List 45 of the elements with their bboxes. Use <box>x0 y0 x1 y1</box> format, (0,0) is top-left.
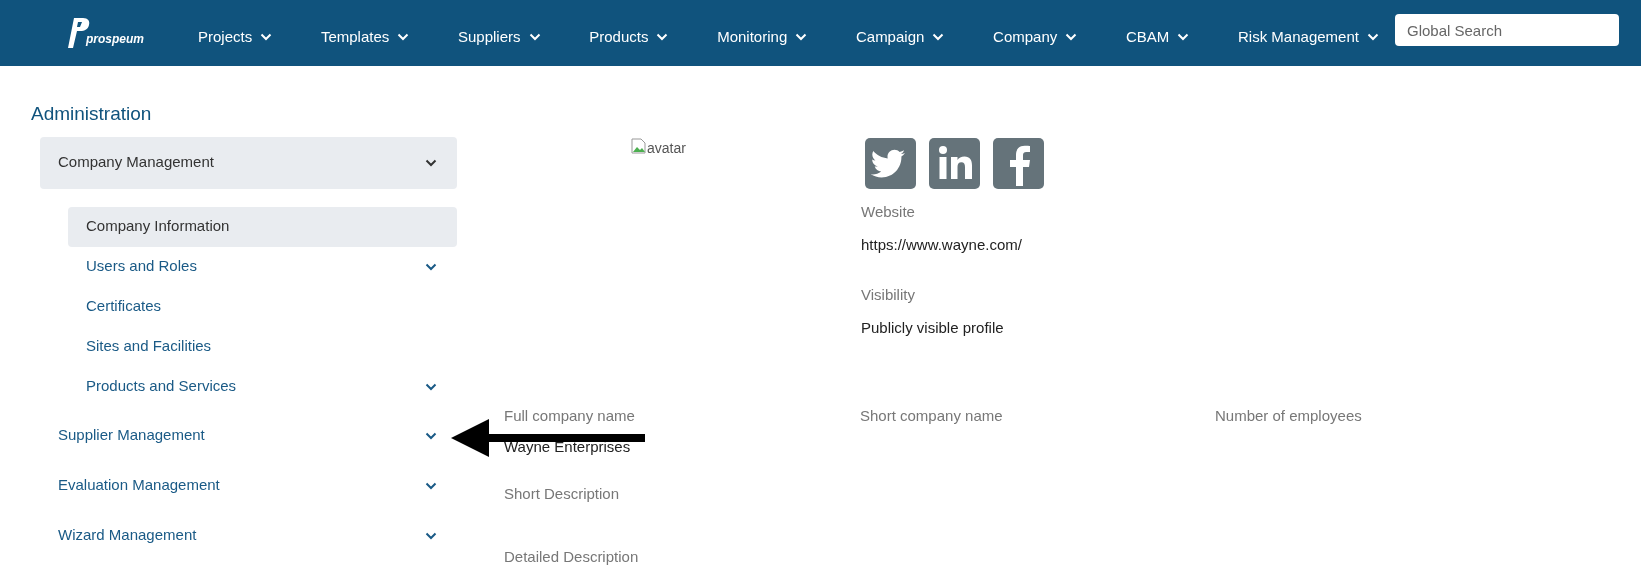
chevron-down-icon <box>1366 33 1379 41</box>
linkedin-icon[interactable] <box>929 138 980 189</box>
chevron-down-icon <box>795 33 808 41</box>
chevron-down-icon <box>1065 33 1078 41</box>
nav-menu-item[interactable]: Monitoring <box>717 17 808 49</box>
logo[interactable]: prospeum <box>68 16 198 50</box>
field-value: Publicly visible profile <box>861 317 1005 338</box>
chevron-down-icon <box>397 33 410 41</box>
sidebar-item[interactable]: Wizard Management <box>40 510 457 561</box>
field-value: Wayne Enterprises <box>504 436 631 457</box>
field-label: Number of employees <box>1215 406 1363 426</box>
sidebar-item[interactable]: Evaluation Management <box>40 460 457 511</box>
field-label: Website <box>861 202 916 222</box>
nav-menu-item[interactable]: Projects <box>198 17 273 49</box>
broken-image-icon <box>631 138 647 154</box>
field-label: Detailed Description <box>504 546 640 567</box>
chevron-down-icon <box>656 33 669 41</box>
nav-menu-item[interactable]: Products <box>589 17 669 49</box>
sidebar-item[interactable]: Certificates <box>68 286 457 327</box>
nav-menu-item[interactable]: Company <box>993 17 1078 49</box>
broken-image: avatar <box>631 138 861 159</box>
chevron-down-icon <box>528 33 541 41</box>
global-search-field[interactable]: Global Search <box>1395 14 1619 46</box>
sidebar-item[interactable]: Users and Roles <box>68 246 457 287</box>
sidebar-item[interactable]: Company Information <box>68 206 457 247</box>
nav-menu-item[interactable]: Suppliers <box>458 17 541 49</box>
field-label: Short Description <box>504 484 621 504</box>
nav-menu-item[interactable]: Campaign <box>855 17 945 49</box>
sidebar-item[interactable]: Sites and Facilities <box>68 326 457 367</box>
field-label: Visibility <box>861 285 916 305</box>
field-label: Short company name <box>860 406 1004 426</box>
nav-menu-item[interactable]: Templates <box>320 17 410 49</box>
field-value: https://www.wayne.com/ <box>861 234 1023 255</box>
facebook-icon[interactable] <box>993 138 1044 189</box>
nav-menu-item[interactable]: Risk Management <box>1238 17 1379 49</box>
section-title: Administration <box>31 102 153 126</box>
twitter-icon[interactable] <box>865 138 916 189</box>
chevron-down-icon <box>932 33 945 41</box>
sidebar-item[interactable]: Company Management <box>40 136 457 189</box>
chevron-down-icon <box>1177 33 1190 41</box>
chevron-down-icon <box>260 33 273 41</box>
field-label: Full company name <box>504 406 636 426</box>
sidebar-item[interactable]: Products and Services <box>68 366 457 407</box>
nav-menu-item[interactable]: CBAM <box>1125 17 1190 49</box>
sidebar-item[interactable]: Supplier Management <box>40 410 457 461</box>
